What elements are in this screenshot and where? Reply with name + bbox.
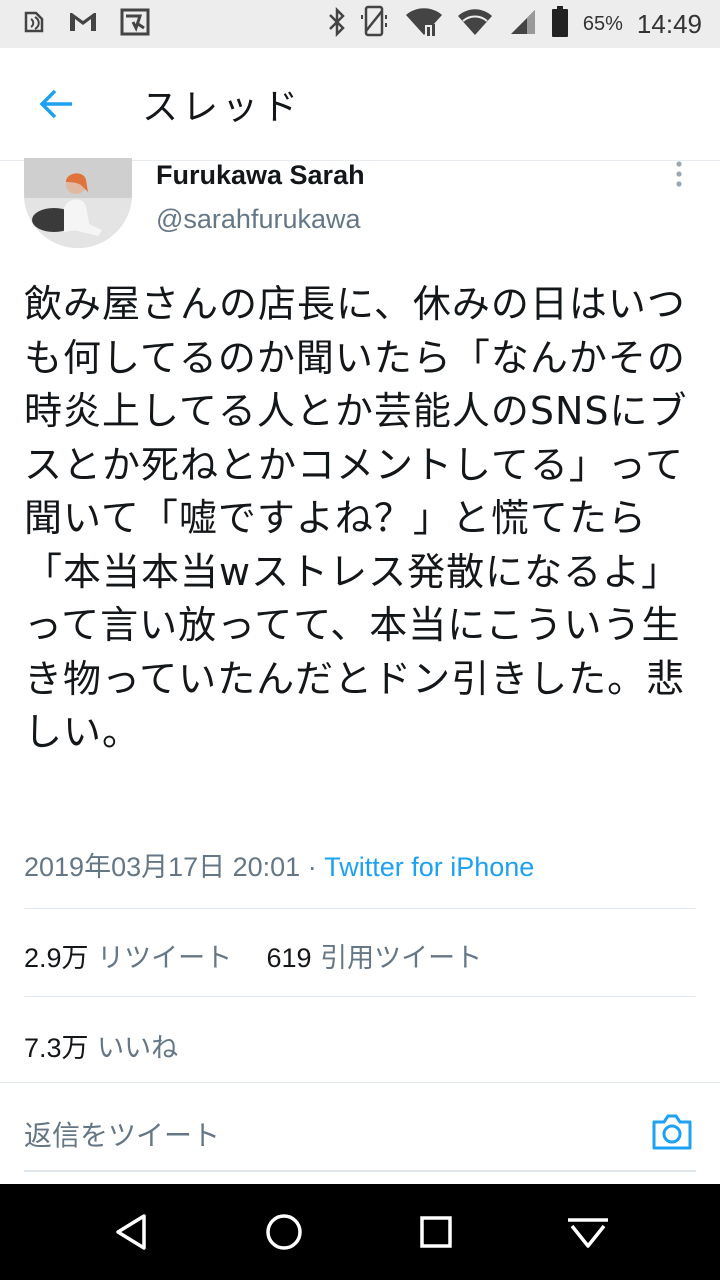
vibrate-icon (360, 5, 391, 43)
back-button[interactable] (28, 76, 84, 132)
nav-back-button[interactable] (72, 1184, 192, 1280)
nfc-icon (22, 10, 46, 38)
retweets-link[interactable]: 2.9万 リツイート (24, 943, 232, 974)
more-options-button[interactable] (668, 160, 690, 188)
wifi-icon (457, 8, 493, 40)
quotes-link[interactable]: 619 引用ツイート (266, 943, 482, 974)
nav-home-button[interactable] (224, 1184, 344, 1280)
clock-time: 14:49 (636, 8, 702, 39)
back-triangle-icon (116, 1214, 146, 1250)
camera-button[interactable] (650, 1110, 694, 1154)
divider (24, 996, 696, 997)
recents-square-icon (420, 1216, 452, 1248)
quotes-count: 619 (266, 943, 312, 973)
user-handle[interactable]: @sarahfurukawa (156, 204, 361, 235)
divider (24, 908, 696, 909)
likes-label: いいね (97, 1033, 179, 1064)
reply-input[interactable]: 返信をツイート (24, 1114, 220, 1154)
retweets-label: リツイート (97, 943, 233, 974)
keyboard-hide-icon (568, 1218, 608, 1248)
display-name[interactable]: Furukawa Sarah (156, 160, 365, 191)
arrow-left-icon (39, 89, 72, 119)
store-icon (120, 8, 150, 40)
thread-header: スレッド (0, 48, 720, 161)
more-vertical-icon (676, 161, 682, 187)
battery-percent: 65% (582, 12, 623, 35)
nav-recents-button[interactable] (376, 1184, 496, 1280)
tweet-meta: 2019年03月17日 20:01 · Twitter for iPhone (24, 845, 534, 884)
tweet-source-link[interactable]: Twitter for iPhone (324, 852, 534, 882)
nav-keyboard-hide-button[interactable] (528, 1184, 648, 1280)
gmail-icon (68, 10, 98, 38)
likes-link[interactable]: 7.3万 いいね (24, 1026, 178, 1065)
page-title: スレッド (142, 87, 303, 128)
tweet-text: 飲み屋さんの店長に、休みの日はいつも何してるのか聞いたら「なんかその時炎上してる… (24, 282, 688, 754)
retweets-count: 2.9万 (24, 943, 89, 973)
divider (0, 1082, 720, 1083)
nav-bar (0, 1184, 720, 1280)
camera-icon (652, 1114, 692, 1150)
quotes-label: 引用ツイート (320, 943, 483, 974)
likes-count: 7.3万 (24, 1033, 89, 1063)
avatar[interactable] (24, 158, 132, 248)
battery-icon (551, 6, 569, 42)
wifi-calling-icon (405, 7, 443, 41)
status-bar: 65% 14:49 (0, 0, 720, 48)
tweet-timestamp: 2019年03月17日 20:01 · (24, 852, 325, 882)
divider (24, 1170, 696, 1172)
bluetooth-icon (327, 6, 347, 41)
signal-icon (507, 8, 537, 40)
home-circle-icon (266, 1214, 302, 1250)
retweet-stats: 2.9万 リツイート 619 引用ツイート (24, 936, 482, 975)
